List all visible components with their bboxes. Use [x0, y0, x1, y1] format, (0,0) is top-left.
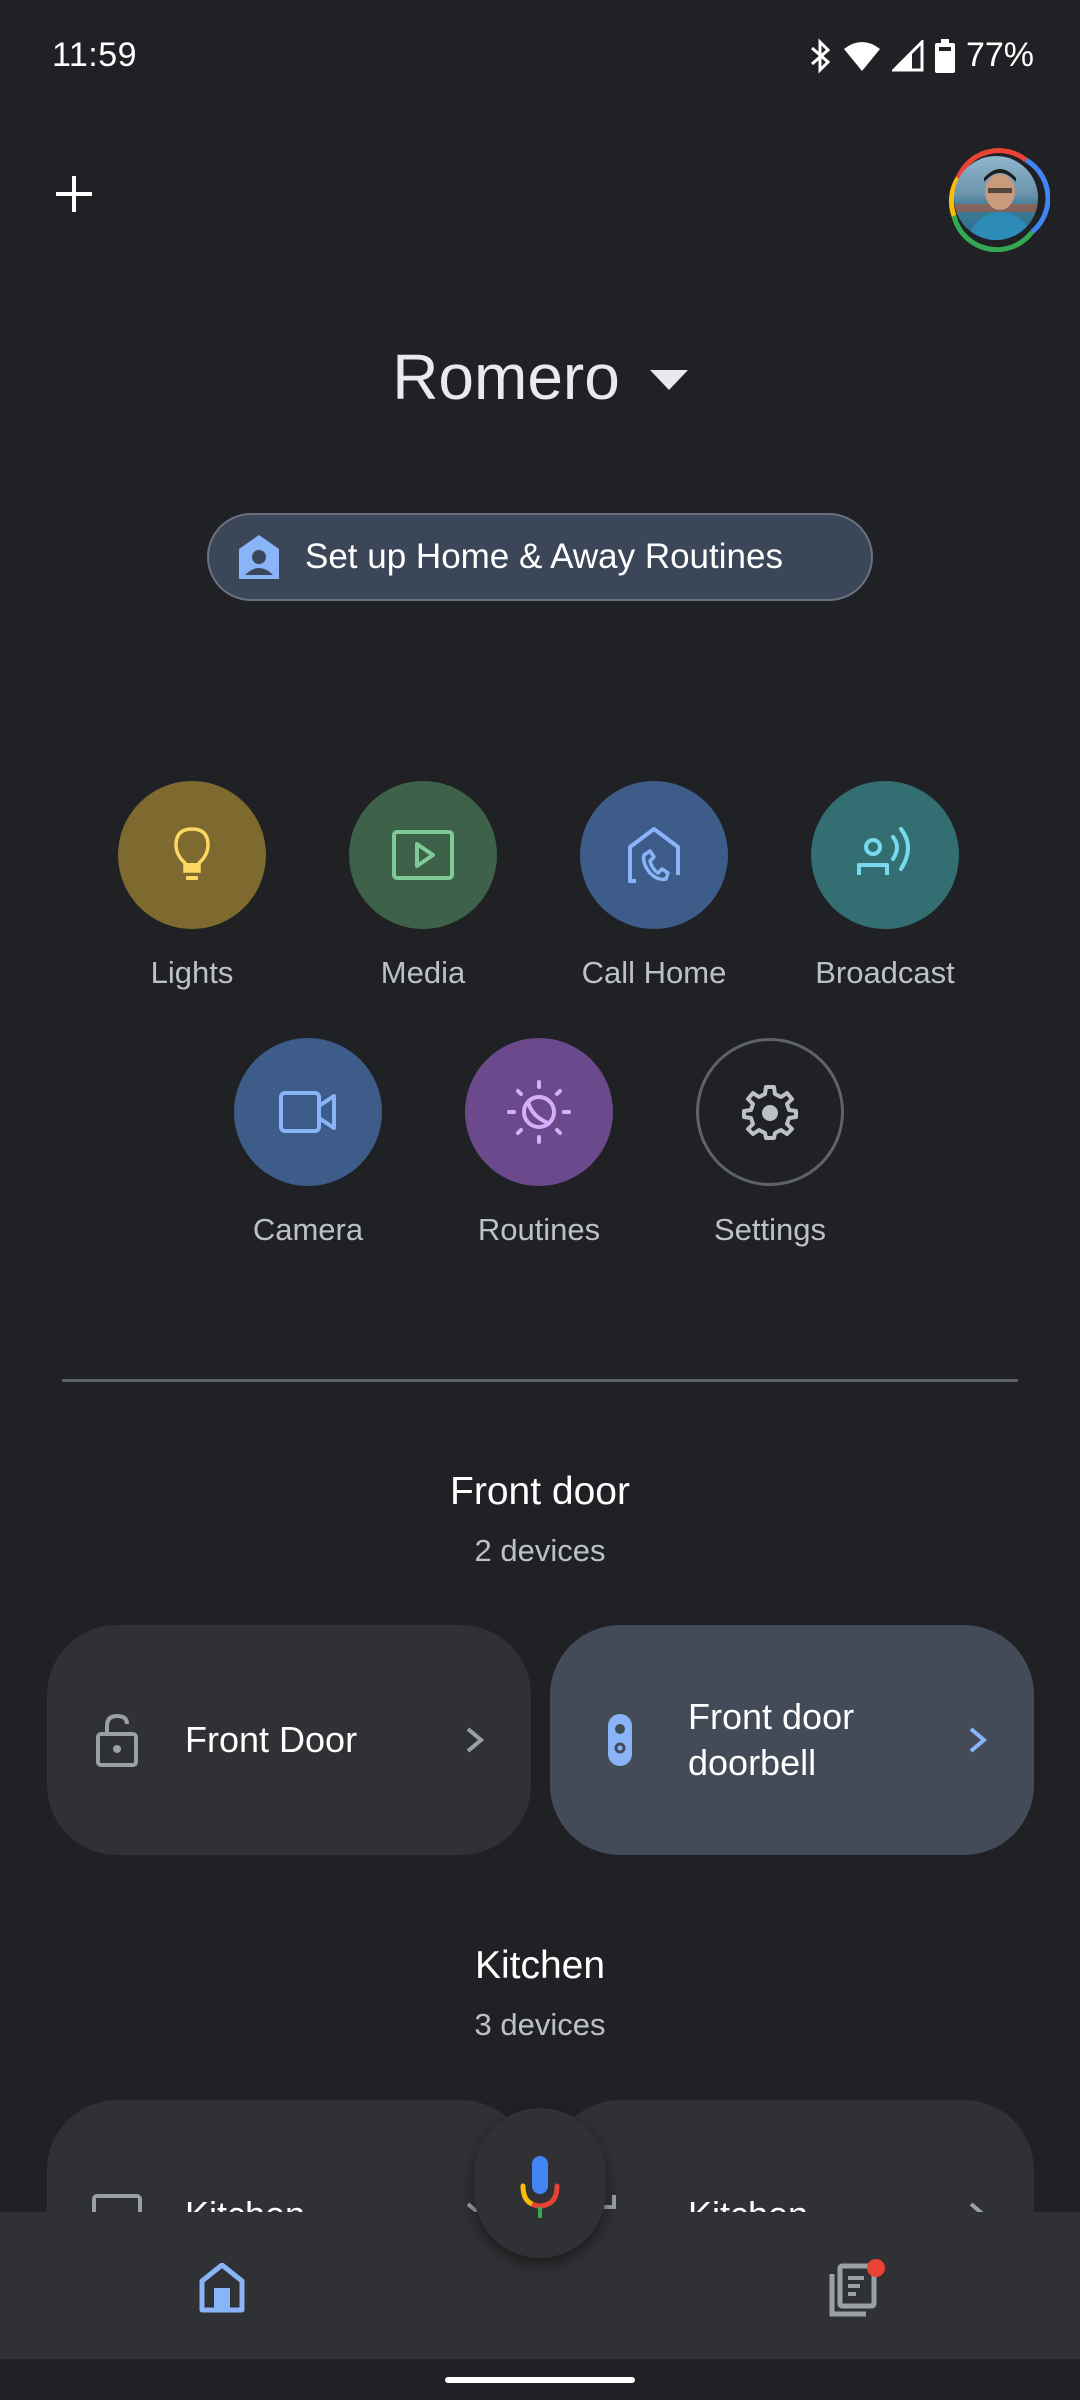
- quick-action-settings[interactable]: Settings: [680, 1038, 860, 1248]
- quick-action-media[interactable]: Media: [333, 781, 513, 991]
- home-name: Romero: [392, 341, 620, 413]
- routines-circle: [465, 1038, 613, 1186]
- quick-action-routines[interactable]: Routines: [449, 1038, 629, 1248]
- quick-action-label: Media: [380, 955, 466, 990]
- quick-action-label: Broadcast: [815, 955, 955, 990]
- battery-percent: 77%: [965, 36, 1034, 74]
- routines-sun-moon-icon: [507, 1080, 571, 1144]
- chevron-right-icon: [466, 1727, 485, 1753]
- broadcast-icon: [857, 827, 910, 875]
- gear-icon: [742, 1085, 798, 1140]
- quick-action-camera[interactable]: Camera: [218, 1038, 398, 1248]
- home-switcher[interactable]: Romero: [0, 340, 1080, 414]
- lights-circle: [118, 781, 266, 929]
- quick-action-broadcast[interactable]: Broadcast: [795, 781, 975, 991]
- video-camera-icon: [279, 1091, 336, 1133]
- broadcast-circle: [811, 781, 959, 929]
- room-title: Kitchen: [474, 1944, 606, 1987]
- add-button[interactable]: [48, 168, 100, 220]
- device-tile-front-door-doorbell[interactable]: Front door doorbell: [550, 1625, 1034, 1855]
- setup-routines-chip[interactable]: Set up Home & Away Routines: [207, 513, 873, 601]
- device-label: Front Door: [185, 1719, 358, 1760]
- chevron-right-icon: [969, 1727, 988, 1753]
- call-home-circle: [580, 781, 728, 929]
- feed-icon: [829, 2259, 885, 2317]
- lock-open-icon: [96, 1713, 138, 1767]
- call-home-icon: [628, 827, 680, 883]
- play-box-icon: [392, 830, 454, 880]
- wifi-icon: [842, 39, 882, 73]
- quick-action-label: Settings: [713, 1212, 826, 1247]
- room-device-count: 2 devices: [474, 1533, 606, 1568]
- account-avatar[interactable]: [942, 144, 1050, 252]
- avatar-photo: [954, 156, 1038, 240]
- status-time: 11:59: [52, 36, 138, 74]
- camera-circle: [234, 1038, 382, 1186]
- settings-circle: [696, 1038, 844, 1186]
- quick-action-lights[interactable]: Lights: [102, 781, 282, 991]
- nav-feed[interactable]: [826, 2258, 886, 2318]
- cell-signal-icon: [891, 39, 924, 72]
- battery-icon: [934, 38, 956, 74]
- gesture-handle[interactable]: [445, 2377, 635, 2383]
- bluetooth-icon: [808, 37, 832, 74]
- device-tile-front-door[interactable]: Front Door: [47, 1625, 531, 1855]
- nav-home[interactable]: [192, 2258, 252, 2318]
- quick-action-label: Lights: [150, 955, 234, 990]
- doorbell-icon: [608, 1714, 632, 1766]
- assistant-mic-button[interactable]: [474, 2108, 606, 2258]
- home-person-icon: [239, 535, 279, 579]
- section-divider: [62, 1379, 1018, 1382]
- caret-down-icon: [649, 370, 688, 390]
- setup-routines-label: Set up Home & Away Routines: [305, 537, 783, 576]
- plus-icon: [56, 176, 92, 212]
- quick-action-label: Camera: [252, 1212, 364, 1247]
- lightbulb-icon: [174, 827, 210, 880]
- quick-action-label: Routines: [477, 1212, 601, 1247]
- media-circle: [349, 781, 497, 929]
- room-title: Front door: [450, 1470, 630, 1513]
- status-icons: 77%: [808, 36, 1034, 75]
- quick-action-label: Call Home: [581, 955, 727, 990]
- quick-action-call-home[interactable]: Call Home: [564, 781, 744, 991]
- home-icon: [199, 2263, 245, 2313]
- assistant-mic-icon: [520, 2156, 560, 2218]
- room-device-count: 3 devices: [474, 2007, 606, 2042]
- device-label: Front door doorbell: [688, 1696, 855, 1783]
- notification-badge: [867, 2259, 885, 2277]
